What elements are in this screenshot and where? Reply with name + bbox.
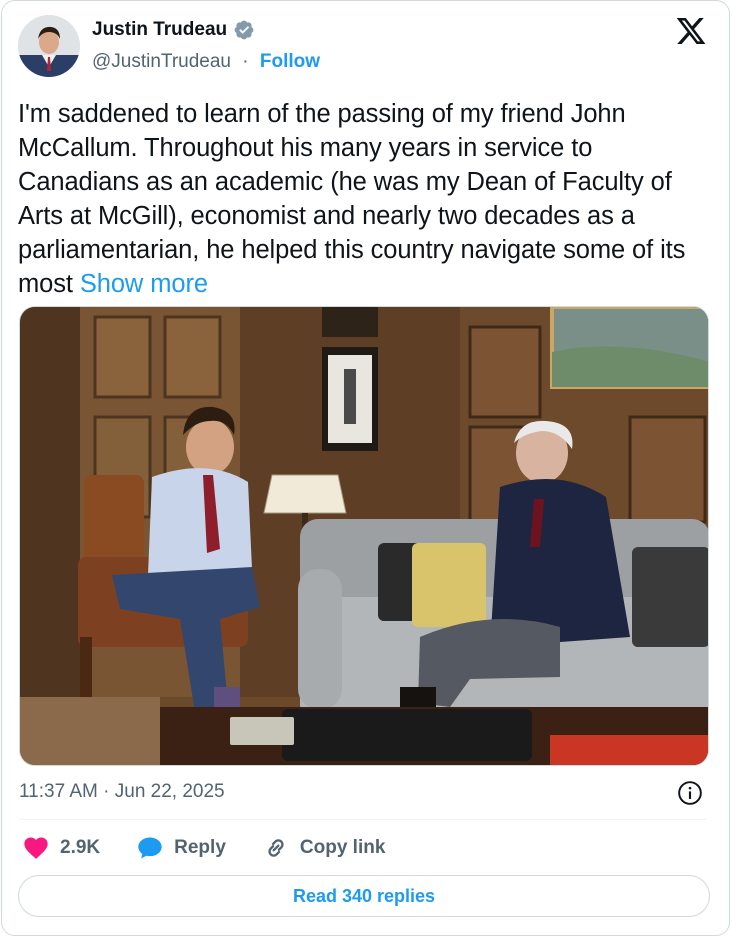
copy-link-label: Copy link	[299, 837, 386, 858]
read-replies-label: Read 340 replies	[292, 885, 436, 906]
copy-link-button[interactable]: Copy link	[262, 834, 386, 862]
reply-label: Reply	[174, 837, 226, 858]
author-handle[interactable]: @JustinTrudeau	[92, 51, 231, 72]
tweet-photo[interactable]	[19, 306, 709, 766]
tweet-text: I'm saddened to learn of the passing of …	[18, 97, 718, 301]
author-handle-row: @JustinTrudeau · Follow	[92, 51, 320, 73]
reply-button[interactable]: Reply	[136, 834, 226, 862]
link-icon	[268, 839, 284, 857]
show-more-link[interactable]: Show more	[80, 270, 208, 298]
author-name[interactable]: Justin Trudeau	[92, 19, 227, 41]
like-count: 2.9K	[60, 837, 101, 858]
reply-bubble-icon	[138, 837, 162, 859]
handle-separator: ·	[242, 51, 249, 72]
follow-button[interactable]: Follow	[260, 51, 320, 72]
author-name-row: Justin Trudeau	[92, 19, 255, 41]
divider	[19, 819, 707, 820]
tweet-body: I'm saddened to learn of the passing of …	[18, 100, 686, 298]
heart-icon	[24, 837, 48, 859]
action-bar: 2.9K Reply Copy link	[22, 831, 421, 865]
tweet-timestamp[interactable]: 11:37 AM · Jun 22, 2025	[19, 781, 225, 803]
tweet-card: Justin Trudeau @JustinTrudeau · Follow I…	[1, 0, 730, 936]
like-button[interactable]: 2.9K	[22, 834, 100, 862]
verified-badge-icon	[234, 20, 254, 40]
author-avatar[interactable]	[18, 15, 80, 77]
read-replies-button[interactable]: Read 340 replies	[18, 875, 710, 917]
x-logo-icon[interactable]	[675, 15, 707, 47]
info-icon[interactable]	[677, 780, 703, 806]
